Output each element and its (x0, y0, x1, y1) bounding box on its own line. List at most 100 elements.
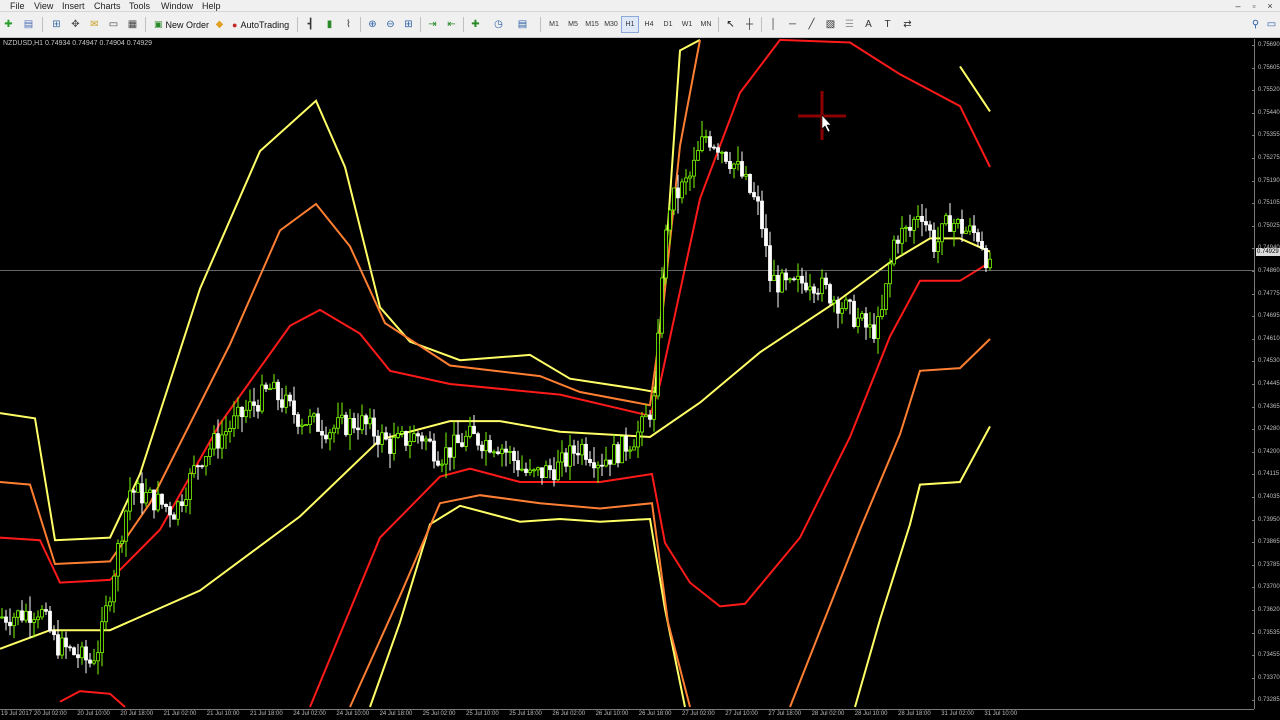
candle-body (880, 309, 884, 317)
candle-body (352, 418, 356, 429)
candle-body (800, 275, 804, 284)
close-icon[interactable]: × (1262, 0, 1278, 12)
price-tick (1252, 519, 1255, 521)
timeframe-mn[interactable]: MN (697, 16, 715, 33)
candle-body (508, 451, 512, 453)
candle-body (912, 218, 916, 231)
search-icon[interactable]: ⚲ (1247, 16, 1264, 33)
chart-info-label: NZDUSD,H1 0.74934 0.74947 0.74904 0.7492… (3, 40, 153, 47)
price-scale[interactable]: 0.74929 0.75690 0.75605 0.75520 0.75440 0.75… (1252, 39, 1280, 709)
timeframe-m30[interactable]: M30 (602, 16, 620, 33)
timeframe-m15[interactable]: M15 (583, 16, 601, 33)
candle-body (948, 215, 952, 232)
menu-window[interactable]: Window (159, 0, 195, 12)
market-watch-icon[interactable]: ⊞ (48, 16, 65, 33)
candle-body (520, 468, 524, 471)
chart-shift-icon[interactable]: ⇥ (424, 16, 441, 33)
crosshair-icon[interactable]: ┼ (741, 16, 758, 33)
candle-body (928, 224, 932, 231)
candle-body (100, 621, 104, 654)
candle-body (968, 225, 972, 232)
chart-window[interactable]: NZDUSD,H1 0.74934 0.74947 0.74904 0.7492… (0, 39, 1280, 720)
vertical-line-icon[interactable]: │ (765, 16, 782, 33)
candle-body (280, 399, 284, 408)
candlestick-chart-icon[interactable]: ▮ (321, 16, 338, 33)
timeframe-h4[interactable]: H4 (640, 16, 658, 33)
candle-body (452, 434, 456, 458)
arrows-icon[interactable]: ⇄ (899, 16, 916, 33)
time-label: 28 Jul 10:00 (854, 711, 888, 717)
candle-body (84, 646, 88, 661)
horizontal-line-icon[interactable]: ─ (784, 16, 801, 33)
candle-body (144, 492, 148, 504)
price-label: 0.73620 (1258, 607, 1280, 613)
candle-body (524, 468, 528, 473)
new-chart-icon[interactable]: ✚ (0, 16, 17, 33)
candle-body (548, 465, 552, 471)
candle-body (204, 456, 208, 467)
trendline-icon[interactable]: ╱ (803, 16, 820, 33)
candle-body (200, 465, 204, 468)
time-label: 21 Jul 02:00 (163, 711, 197, 717)
candle-body (248, 401, 252, 411)
profiles-icon[interactable]: ▤ (20, 16, 37, 33)
terminal-icon[interactable]: ✉ (86, 16, 103, 33)
price-tick (1252, 700, 1255, 702)
new-order-label: New Order (165, 19, 210, 30)
candle-body (324, 434, 328, 440)
band-middle-lower-2 (789, 338, 991, 708)
price-tick (1252, 158, 1255, 159)
metaeditor-icon[interactable]: ◆ (211, 16, 228, 33)
candle-body (164, 503, 168, 508)
navigator-icon[interactable]: ✥ (67, 16, 84, 33)
candle-body (244, 409, 248, 418)
price-plot[interactable] (0, 39, 1254, 709)
periods-icon[interactable]: ◷ (490, 16, 507, 33)
menu-view[interactable]: View (32, 0, 55, 12)
strategy-tester-icon[interactable]: ▭ (105, 16, 122, 33)
candle-body (232, 415, 236, 429)
price-label: 0.75355 (1258, 132, 1280, 139)
candle-body (816, 292, 820, 295)
autotrading-button[interactable]: ● AutoTrading (228, 16, 293, 33)
time-scale[interactable]: 19 Jul 2017 20 Jul 02:00 20 Jul 10:00 20 Ju… (0, 709, 1254, 720)
line-chart-icon[interactable]: ⌇ (340, 16, 357, 33)
text-tool-icon[interactable]: A (860, 16, 877, 33)
tile-windows-icon[interactable]: ⊞ (400, 16, 417, 33)
candle-body (572, 445, 576, 454)
candle-body (412, 433, 416, 442)
templates-icon[interactable]: ▤ (514, 16, 531, 33)
menu-help[interactable]: Help (200, 0, 223, 12)
menu-insert[interactable]: Insert (60, 0, 87, 12)
bar-chart-icon[interactable]: ┫ (302, 16, 319, 33)
candle-body (716, 147, 720, 153)
candle-body (308, 415, 312, 425)
new-order-button[interactable]: ▣ New Order (150, 16, 213, 33)
timeframe-h1[interactable]: H1 (621, 16, 639, 33)
menu-file[interactable]: File (8, 0, 27, 12)
cursor-icon[interactable]: ↖ (722, 16, 739, 33)
fibonacci-icon[interactable]: ☰ (841, 16, 858, 33)
timeframe-d1[interactable]: D1 (659, 16, 677, 33)
data-window-icon[interactable]: ▦ (124, 16, 141, 33)
timeframe-m5[interactable]: M5 (564, 16, 582, 33)
timeframe-w1[interactable]: W1 (678, 16, 696, 33)
text-label-icon[interactable]: T (879, 16, 896, 33)
zoom-in-icon[interactable]: ⊕ (364, 16, 381, 33)
candle-body (348, 418, 352, 436)
time-label: 26 Jul 18:00 (638, 711, 672, 717)
equidistant-channel-icon[interactable]: ▧ (822, 16, 839, 33)
timeframe-m1[interactable]: M1 (545, 16, 563, 33)
chat-icon[interactable]: ▭ (1263, 16, 1280, 33)
zoom-out-icon[interactable]: ⊖ (382, 16, 399, 33)
auto-scroll-icon[interactable]: ⇤ (443, 16, 460, 33)
band-middle-lower (349, 494, 691, 708)
menu-charts[interactable]: Charts (92, 0, 123, 12)
indicators-icon[interactable]: ✚ (467, 16, 484, 33)
candle-body (944, 215, 948, 225)
menu-tools[interactable]: Tools (127, 0, 152, 12)
restore-icon[interactable]: ▫ (1246, 0, 1262, 12)
candle-body (908, 226, 912, 231)
candle-body (96, 652, 100, 662)
minimize-icon[interactable]: – (1230, 0, 1246, 12)
